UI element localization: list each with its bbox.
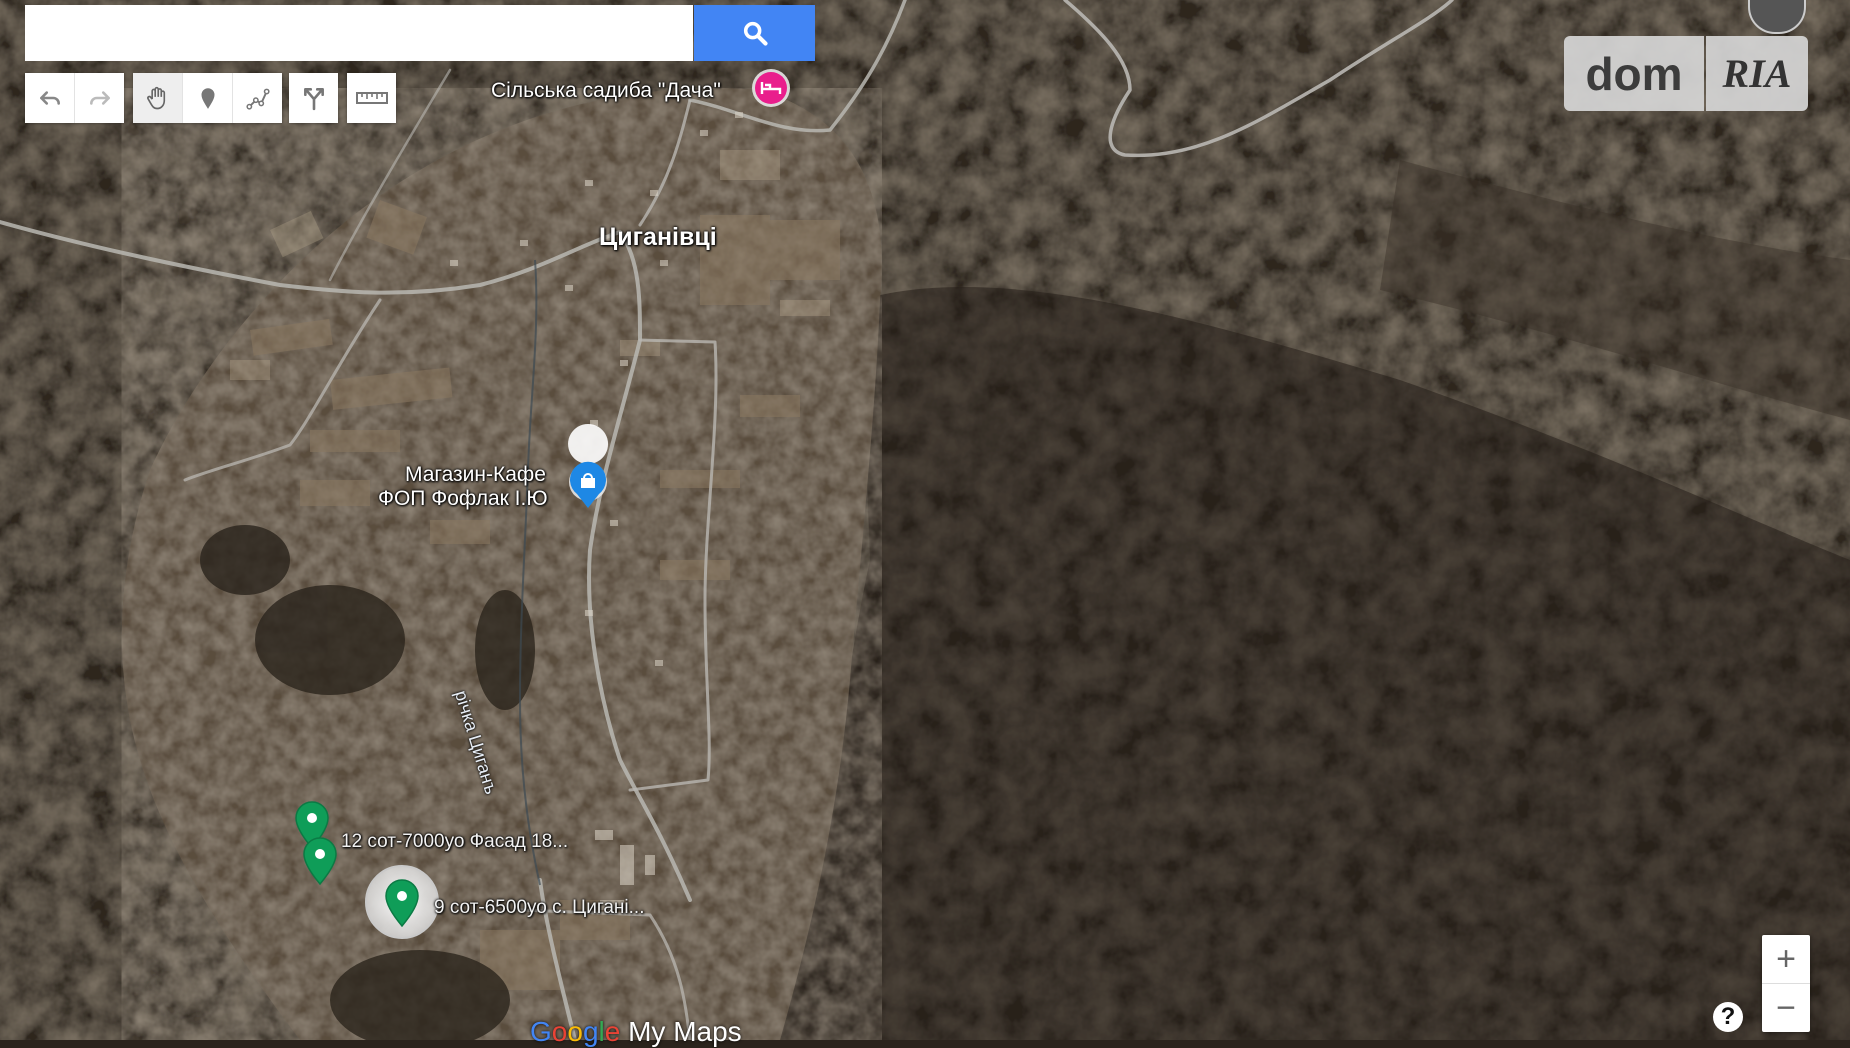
google-logo: Google [530,1016,621,1047]
place-label-shop-line1[interactable]: Магазин-Кафе [405,462,546,487]
drawing-toolbar [133,73,282,123]
place-label-shop-line2[interactable]: ФОП Фофлак І.Ю [378,486,548,511]
pan-tool-button[interactable] [133,73,183,123]
place-label-village: Циганівці [599,223,717,251]
add-marker-button[interactable] [183,73,233,123]
search-icon [743,21,768,46]
draw-line-button[interactable] [233,73,282,123]
marker-label-plot1[interactable]: 12 сот-7000уо Фасад 18... [341,829,568,854]
product-name: My Maps [628,1016,742,1047]
redo-icon [89,91,110,105]
search-button[interactable] [694,5,815,61]
marker-icon [201,88,214,109]
add-directions-button[interactable] [289,73,338,123]
redo-button[interactable] [75,73,124,123]
place-label-guesthouse[interactable]: Сільська садиба "Дача" [491,78,721,103]
help-button[interactable]: ? [1713,1002,1743,1032]
logo-dom-text: dom [1564,36,1704,111]
selected-marker-icon[interactable] [365,865,439,939]
hand-icon [146,86,165,110]
draw-line-icon [245,88,270,110]
undo-button[interactable] [25,73,75,123]
directions-toolbar [289,73,338,123]
measure-button[interactable] [347,73,396,123]
directions-icon [303,88,324,111]
search-input[interactable] [25,5,693,61]
marker-label-plot2[interactable]: 9 сот-6500уо с. Цигані... [434,895,644,920]
hotel-poi-icon[interactable] [752,69,790,107]
history-toolbar [25,73,124,123]
satellite-map[interactable] [0,0,1850,1040]
ruler-icon [355,92,388,104]
zoom-in-button[interactable]: + [1762,935,1810,983]
zoom-out-button[interactable]: − [1762,984,1810,1032]
dom-ria-logo: dom RIA [1564,36,1808,111]
zoom-control: + − [1762,935,1810,1032]
attribution: Google My Maps [530,1016,742,1048]
logo-ria-text: RIA [1706,36,1808,111]
measure-toolbar [347,73,396,123]
undo-icon [39,91,60,105]
